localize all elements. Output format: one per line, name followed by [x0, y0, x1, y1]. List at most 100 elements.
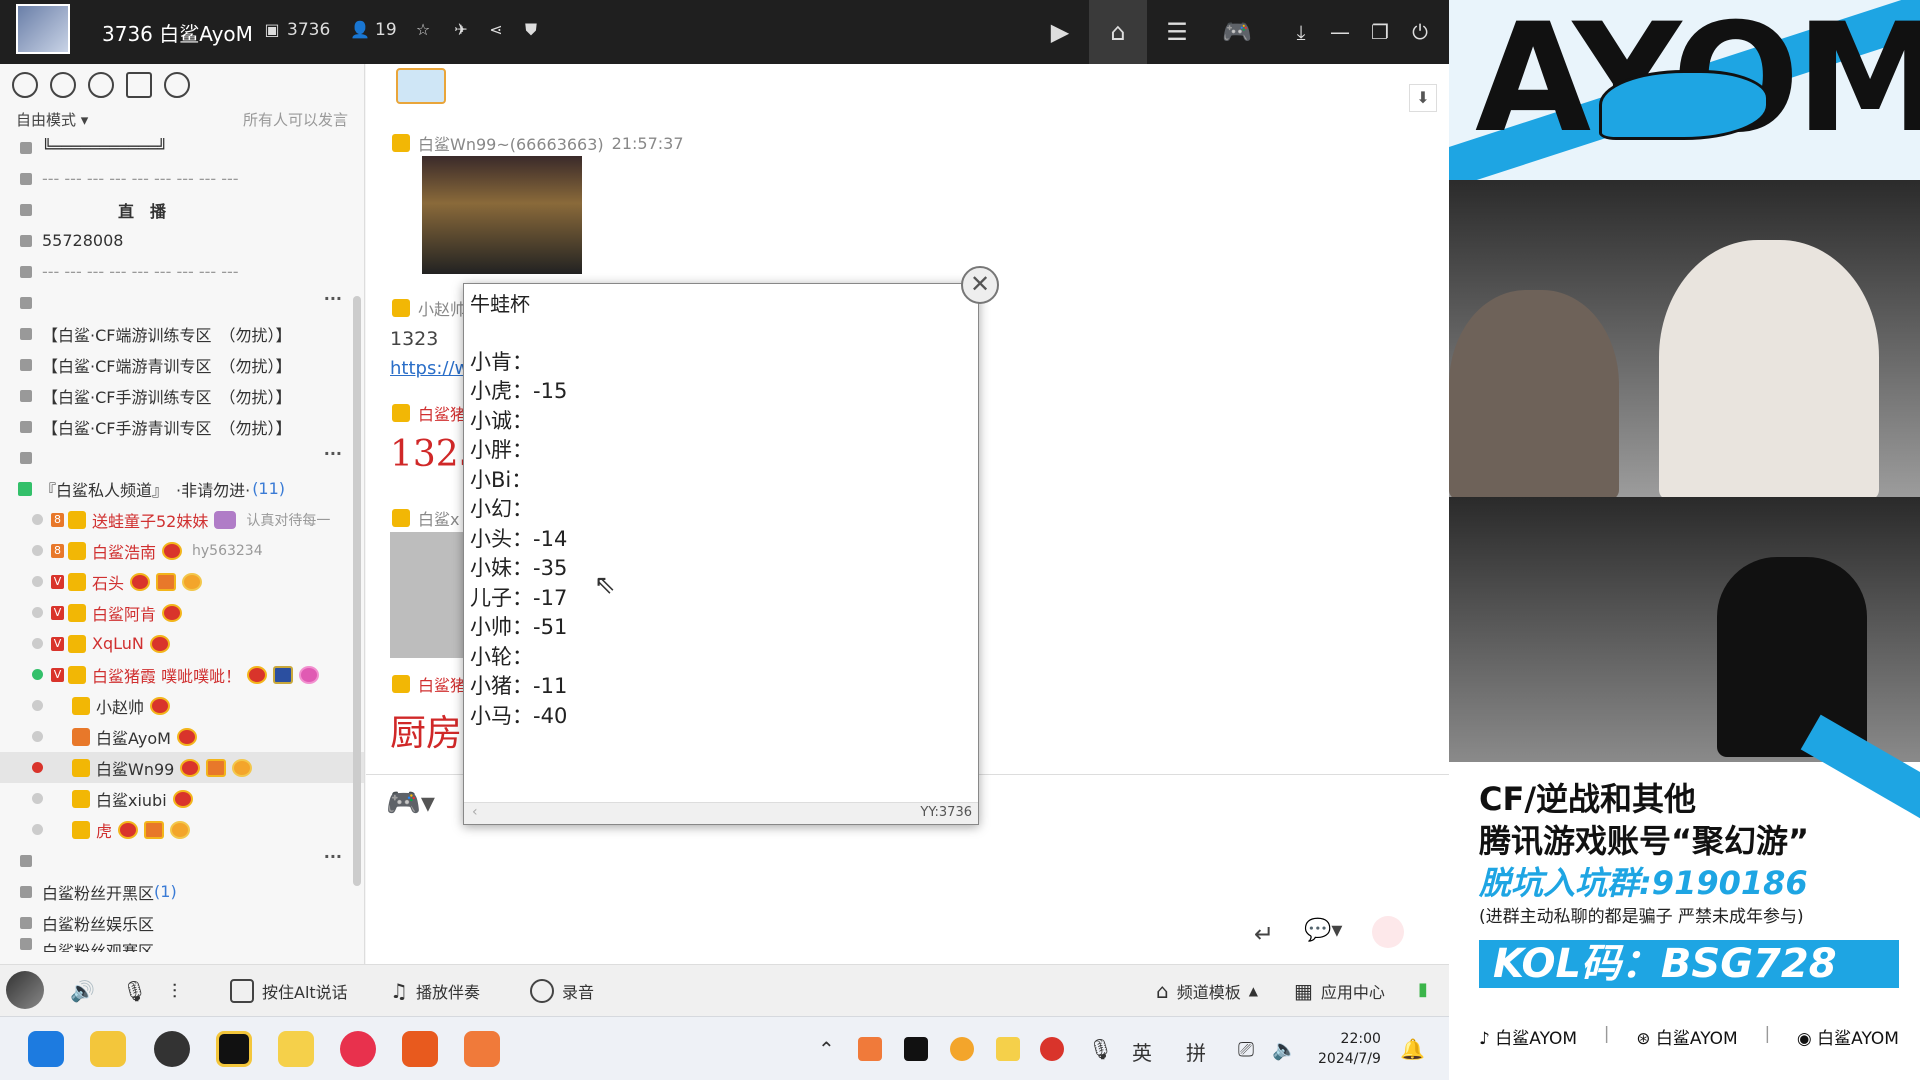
start-icon[interactable]	[28, 1031, 64, 1067]
home-button[interactable]: ⌂	[1098, 12, 1138, 52]
gamepad-tool-icon[interactable]: 🎮▾	[386, 786, 435, 819]
mixer-button[interactable]: ⫶	[172, 979, 177, 1003]
message-sender[interactable]: 白鲨Wn99~(66663663)	[418, 131, 604, 155]
tray-expand-icon[interactable]: ⌃	[818, 1037, 835, 1061]
user-row[interactable]: 虎	[0, 814, 364, 845]
minimize-button[interactable]: —	[1320, 12, 1360, 52]
obs-icon[interactable]	[216, 1031, 252, 1067]
headset-icon[interactable]	[50, 72, 76, 98]
user-row[interactable]: 小赵帅	[0, 690, 364, 721]
message-image[interactable]	[390, 532, 465, 658]
popup-scrollbar[interactable]: ‹ YY:3736	[464, 802, 978, 824]
user-row[interactable]: V 白鲨猪霞 噗呲噗呲！	[0, 659, 364, 690]
channel-row[interactable]: 直 播	[0, 194, 364, 225]
chat-bubble-icon[interactable]: 💬▾	[1304, 918, 1342, 943]
ime-mode[interactable]: 拼	[1186, 1037, 1206, 1066]
more-icon[interactable]: ···	[324, 289, 342, 308]
channel-row[interactable]: 【白鲨·CF手游训练专区 （勿扰）】	[0, 380, 364, 411]
network-icon[interactable]: ⎚	[1238, 1037, 1254, 1061]
tray-app-icon[interactable]	[858, 1037, 882, 1061]
download-button[interactable]: ⤓	[1281, 12, 1321, 52]
channel-row[interactable]: 【白鲨·CF端游青训专区 （勿扰）】	[0, 349, 364, 380]
message-image[interactable]	[422, 156, 582, 274]
app-center-button[interactable]: ▦ 应用中心	[1294, 979, 1385, 1003]
flower-gift-icon[interactable]	[1372, 916, 1404, 948]
user-row[interactable]: V XqLuN	[0, 628, 364, 659]
record-button[interactable]: 录音	[530, 979, 594, 1003]
message-sender[interactable]: 白鲨猪	[418, 672, 466, 696]
message-input[interactable]	[366, 834, 1449, 944]
message-link[interactable]: https://w	[390, 358, 469, 379]
channel-row[interactable]: 【白鲨·CF手游青训专区 （勿扰）】	[0, 411, 364, 442]
profile-icon[interactable]	[12, 72, 38, 98]
private-channel-row[interactable]: 『白鲨私人频道』 ·非请勿进· (11)	[0, 473, 364, 504]
netease-music-icon[interactable]	[340, 1031, 376, 1067]
tray-mic-icon[interactable]: 🎙	[1088, 1037, 1113, 1061]
favorite-button[interactable]: ☆	[413, 20, 433, 40]
channel-avatar[interactable]	[16, 4, 70, 54]
game-app-icon[interactable]	[464, 1031, 500, 1067]
channel-row[interactable]: 白鲨粉丝娱乐区	[0, 907, 364, 938]
message-sender[interactable]: 小赵帅	[418, 296, 466, 320]
channel-row[interactable]: 【白鲨·CF端游训练专区 （勿扰）】	[0, 318, 364, 349]
ime-language[interactable]: 英	[1132, 1037, 1152, 1066]
notes-icon[interactable]	[126, 72, 152, 98]
yy-icon[interactable]	[278, 1031, 314, 1067]
channel-row[interactable]: ···	[0, 845, 364, 876]
restore-button[interactable]: ❐	[1360, 12, 1400, 52]
message-sender[interactable]: 白鲨猪	[418, 401, 466, 425]
more-icon[interactable]: ···	[324, 444, 342, 463]
location-icon[interactable]	[88, 72, 114, 98]
channel-row[interactable]: 白鲨粉丝观赛区	[0, 938, 364, 952]
volume-icon[interactable]: 🔈	[1272, 1037, 1297, 1061]
tray-qq-icon[interactable]	[1040, 1037, 1064, 1061]
channel-row[interactable]: 白鲨粉丝开黑区 (1)	[0, 876, 364, 907]
search-icon[interactable]	[164, 72, 190, 98]
plane-button[interactable]: ✈	[451, 20, 471, 40]
tray-obs-icon[interactable]	[904, 1037, 928, 1061]
sidebar-scrollbar[interactable]	[353, 296, 361, 886]
speaker-button[interactable]: 🔊	[70, 979, 95, 1003]
online-count-group[interactable]: 👤 19	[350, 20, 397, 40]
power-button[interactable]: ⏻	[1400, 12, 1440, 52]
user-row[interactable]: 白鲨xiubi	[0, 783, 364, 814]
user-row[interactable]: 白鲨AyoM	[0, 721, 364, 752]
user-row[interactable]: 8 送蛙童子52妹妹 认真对待每一	[0, 504, 364, 535]
file-explorer-icon[interactable]	[90, 1031, 126, 1067]
crossfire-icon[interactable]	[402, 1031, 438, 1067]
clock[interactable]: 22:00 2024/7/9	[1318, 1029, 1381, 1069]
report-button[interactable]: ⛊	[521, 20, 541, 40]
scroll-left-icon[interactable]: ‹	[472, 804, 478, 820]
music-button[interactable]: ♫ 播放伴奏	[390, 979, 480, 1003]
channel-row[interactable]: 55728008	[0, 225, 364, 256]
channel-row[interactable]: --- --- --- --- --- --- --- --- ---	[0, 256, 364, 287]
tray-yy-icon[interactable]	[996, 1037, 1020, 1061]
user-row-selected[interactable]: 白鲨Wn99	[0, 752, 364, 783]
notification-bell-icon[interactable]: 🔔	[1400, 1037, 1425, 1061]
template-button[interactable]: ⌂ 频道模板 ▲	[1156, 979, 1258, 1003]
message-sender[interactable]: 白鲨x	[418, 506, 459, 530]
channel-row[interactable]: --- --- --- --- --- --- --- --- ---	[0, 163, 364, 194]
close-button[interactable]: ✕	[961, 266, 999, 304]
divider: |	[1764, 1024, 1771, 1044]
image-message-icon[interactable]	[396, 68, 446, 104]
channel-row[interactable]: ···	[0, 442, 364, 473]
send-enter-icon[interactable]: ↵	[1254, 920, 1274, 948]
game-button[interactable]: 🎮	[1217, 12, 1257, 52]
channel-row[interactable]: ···	[0, 287, 364, 318]
channel-row[interactable]: ╚═══════════╝	[0, 132, 364, 163]
microphone-button[interactable]: 🎙	[122, 979, 147, 1003]
scroll-down-button[interactable]: ⬇	[1409, 84, 1437, 112]
user-row[interactable]: V 白鲨阿肯	[0, 597, 364, 628]
push-to-talk-button[interactable]: 按住Alt说话	[230, 979, 348, 1003]
tray-coin-icon[interactable]	[950, 1037, 974, 1061]
list-button[interactable]: ☰	[1157, 12, 1197, 52]
user-avatar[interactable]	[6, 971, 44, 1009]
share-button[interactable]: ⋖	[486, 20, 506, 40]
mode-dropdown[interactable]: 自由模式 ▾	[16, 109, 88, 130]
more-icon[interactable]: ···	[324, 847, 342, 866]
video-button[interactable]: ▶	[1040, 12, 1080, 52]
user-row[interactable]: V 石头	[0, 566, 364, 597]
user-row[interactable]: 8 白鲨浩南 hy563234	[0, 535, 364, 566]
app-icon[interactable]	[154, 1031, 190, 1067]
